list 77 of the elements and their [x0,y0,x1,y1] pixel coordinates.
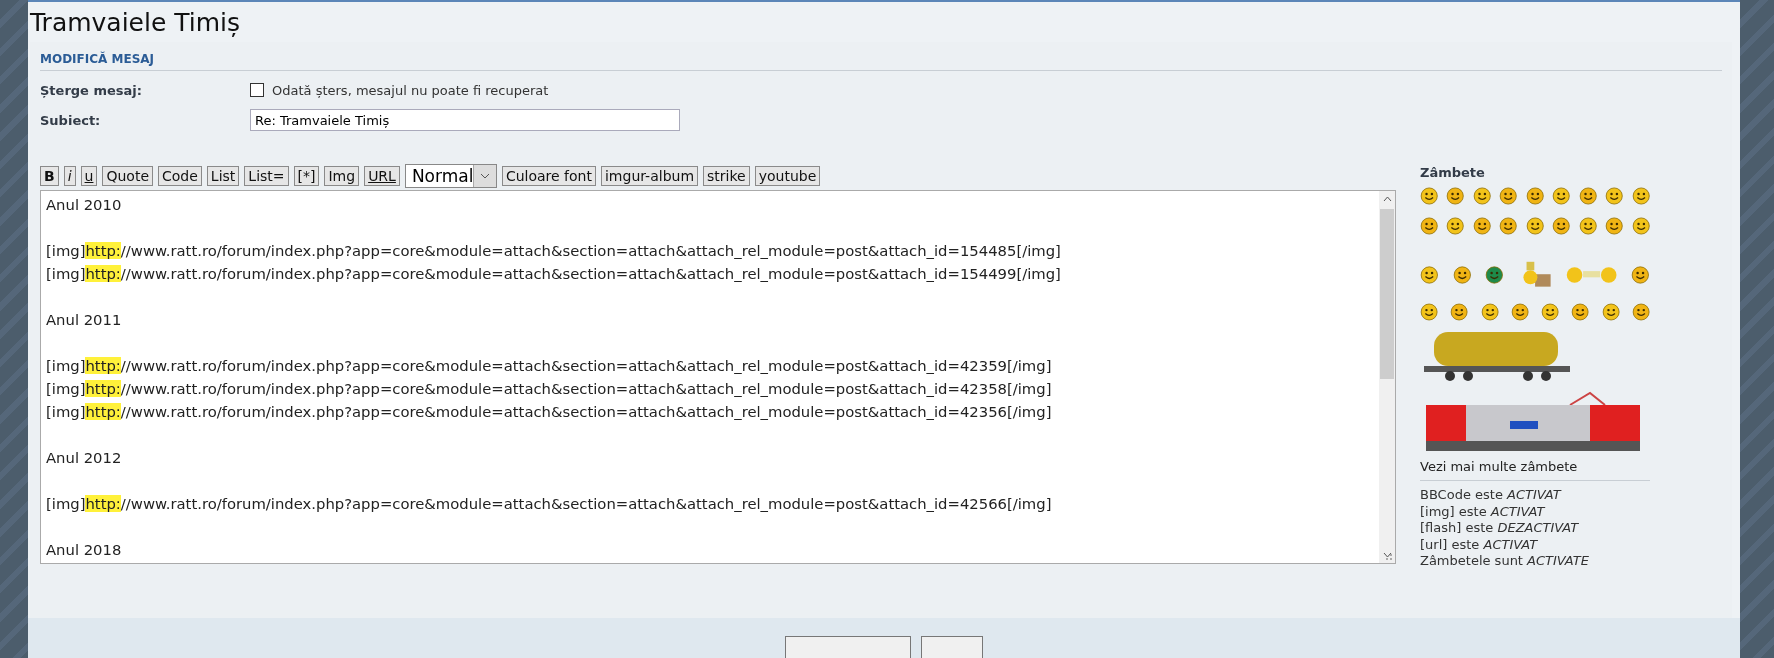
smiley-icon[interactable] [1446,214,1465,238]
smiley-icon[interactable] [1420,214,1439,238]
option-status: Zâmbetele sunt ACTIVATE [1420,553,1590,570]
editor-line: [img]http://www.ratt.ro/forum/index.php?app=core&module=attach&section=attach&attach_rel_module=post&attach_id=42566[/img] [46,494,1052,514]
editor-line: [img]http://www.ratt.ro/forum/index.php?app=core&module=attach&section=attach&attach_rel_module=post&attach_id=42356[/img] [46,402,1052,422]
smiley-icon[interactable] [1480,300,1499,324]
smiley-icon[interactable] [1601,300,1620,324]
smiley-icon[interactable] [1525,214,1545,238]
format-button[interactable]: youtube [754,166,821,186]
smiley-icon[interactable] [1420,300,1439,324]
scrollbar[interactable] [1379,191,1395,563]
smiley-icon[interactable] [1552,214,1571,238]
editor-line: Anul 2010 [46,195,122,215]
more-smileys-link[interactable]: Vezi mai multe zâmbete [1420,459,1578,474]
format-button[interactable]: Img [324,166,360,186]
editor-line: Anul 2011 [46,310,122,330]
smiley-icon[interactable] [1552,184,1571,208]
resize-grip-icon[interactable] [1385,553,1393,561]
form-button[interactable] [785,636,911,658]
smiley-icon[interactable] [1571,300,1590,324]
format-button[interactable]: imgur-album [600,166,699,186]
format-button[interactable]: Culoare font [501,166,596,186]
smileys-title: Zâmbete [1420,165,1485,180]
scroll-down-icon[interactable] [1382,552,1392,558]
message-editor[interactable] [40,190,1396,564]
smiley-icon[interactable] [1631,300,1650,324]
smiley-icon[interactable] [1510,300,1529,324]
smiley-icon[interactable] [1578,214,1598,238]
option-status: [flash] este DEZACTIVAT [1420,520,1580,537]
format-button[interactable]: [*] [293,166,320,186]
format-button[interactable]: Quote [102,166,153,186]
smiley-icon[interactable] [1472,184,1492,208]
smiley-icon[interactable] [1631,214,1650,238]
editor-line: [img]http://www.ratt.ro/forum/index.php?app=core&module=attach&section=attach&attach_rel_module=post&attach_id=154485[/img] [46,241,1061,261]
format-button[interactable]: URL [364,166,400,186]
smiley-icon[interactable] [1452,263,1472,287]
format-button[interactable]: Code [158,166,202,186]
caret-icon [480,173,491,179]
font-size-select[interactable]: Normal [404,164,497,188]
format-button[interactable]: B [40,166,59,186]
option-status: [img] este ACTIVAT [1420,503,1547,520]
smiley-icon[interactable] [1541,300,1560,324]
smiley-icon[interactable] [1578,184,1598,208]
smiley-icon[interactable] [1420,263,1439,287]
subject-field[interactable]: Re: Tramvaiele Timiș [250,109,680,131]
field-label: Șterge mesaj: [40,82,143,98]
scroll-up-icon[interactable] [1382,196,1392,202]
smiley-icon[interactable] [1446,184,1465,208]
smiley-icon[interactable] [1485,263,1504,287]
format-button[interactable]: List [206,166,240,186]
editor-line: [img]http://www.ratt.ro/forum/index.php?app=core&module=attach&section=attach&attach_rel_module=post&attach_id=42358[/img] [46,379,1052,399]
delete-checkbox[interactable] [250,83,264,97]
smiley-icon[interactable] [1605,214,1624,238]
format-button[interactable]: List= [244,166,289,186]
smiley-icon[interactable] [1420,184,1439,208]
editor-line: Anul 2018 [46,540,122,560]
smiley-icon[interactable] [1605,184,1624,208]
smiley-icon[interactable] [1472,214,1492,238]
form-button[interactable] [921,636,983,658]
option-status: BBCode este ACTIVAT [1420,487,1563,504]
format-button[interactable]: i [63,166,76,186]
field-label: Subiect: [40,112,102,128]
editor-line: Anul 2012 [46,448,122,468]
format-button[interactable]: strike [703,166,750,186]
page-title: Tramvaiele Timiș [29,7,242,39]
checkbox-label: Odată șters, mesajul nu poate fi recuperat [272,82,549,98]
editor-line: [img]http://www.ratt.ro/forum/index.php?app=core&module=attach&section=attach&attach_rel_module=post&attach_id=42359[/img] [46,356,1052,376]
smiley-icon[interactable] [1450,300,1469,324]
smiley-icon[interactable] [1631,263,1650,287]
smiley-icon[interactable] [1499,214,1518,238]
section-title: MODIFICĂ MESAJ [40,52,155,66]
editor-line: [img]http://www.ratt.ro/forum/index.php?app=core&module=attach&section=attach&attach_rel_module=post&attach_id=154499[/img] [46,264,1061,284]
smiley-icon[interactable] [1499,184,1518,208]
option-status: [url] este ACTIVAT [1420,536,1539,553]
smiley-icon[interactable] [1525,184,1545,208]
format-button[interactable]: u [80,166,98,186]
smiley-icon[interactable] [1631,184,1650,208]
